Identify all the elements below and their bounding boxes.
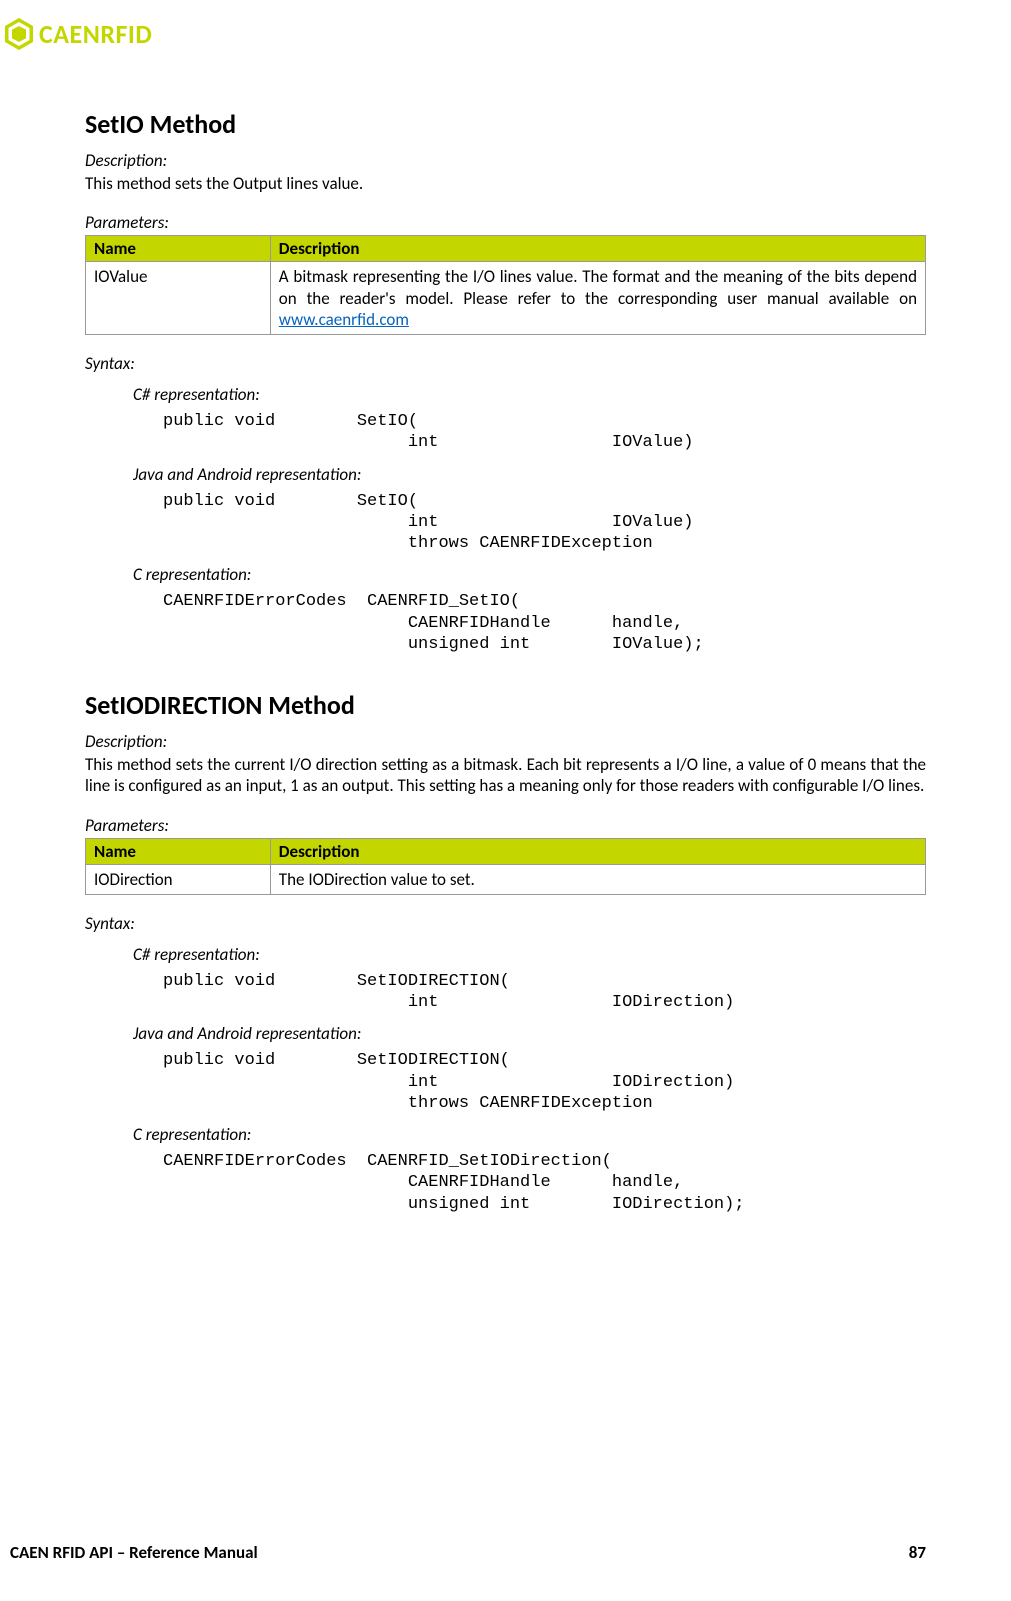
c-repr-label: C representation: [133, 564, 926, 585]
description-label: Description: [85, 150, 926, 171]
java-signature: public void SetIODIRECTION( int IODirect… [163, 1050, 926, 1114]
parameters-table-setio: Name Description IOValue A bitmask repre… [85, 235, 926, 335]
param-name-cell: IODirection [86, 864, 271, 894]
param-name-cell: IOValue [86, 262, 271, 335]
c-signature: CAENRFIDErrorCodes CAENRFID_SetIODirecti… [163, 1151, 926, 1215]
syntax-label: Syntax: [85, 353, 926, 374]
param-desc-cell: The IODirection value to set. [270, 864, 925, 894]
page-footer: CAEN RFID API – Reference Manual 87 [10, 1542, 926, 1563]
description-text: This method sets the Output lines value. [85, 173, 926, 194]
java-repr-label: Java and Android representation: [133, 464, 926, 485]
parameters-label: Parameters: [85, 212, 926, 233]
header-logo: CAENRFID [5, 18, 926, 50]
caenrfid-link[interactable]: www.caenrfid.com [279, 309, 409, 330]
param-desc-cell: A bitmask representing the I/O lines val… [270, 262, 925, 335]
param-header-name: Name [86, 838, 271, 864]
c-repr-label: C representation: [133, 1124, 926, 1145]
csharp-signature: public void SetIODIRECTION( int IODirect… [163, 971, 926, 1014]
c-signature: CAENRFIDErrorCodes CAENRFID_SetIO( CAENR… [163, 591, 926, 655]
csharp-signature: public void SetIO( int IOValue) [163, 411, 926, 454]
parameters-label: Parameters: [85, 815, 926, 836]
java-signature: public void SetIO( int IOValue) throws C… [163, 491, 926, 555]
param-header-desc: Description [270, 838, 925, 864]
logo-text: CAENRFID [39, 18, 152, 50]
parameters-table-setiodirection: Name Description IODirection The IODirec… [85, 838, 926, 895]
description-text: This method sets the current I/O directi… [85, 754, 926, 797]
java-repr-label: Java and Android representation: [133, 1023, 926, 1044]
csharp-repr-label: C# representation: [133, 384, 926, 405]
footer-page-number: 87 [909, 1542, 926, 1563]
csharp-repr-label: C# representation: [133, 944, 926, 965]
syntax-label: Syntax: [85, 913, 926, 934]
logo-hexagon-icon [5, 18, 33, 50]
param-header-desc: Description [270, 236, 925, 262]
param-header-name: Name [86, 236, 271, 262]
footer-title: CAEN RFID API – Reference Manual [10, 1542, 258, 1563]
method-title-setiodirection: SetIODIRECTION Method [85, 689, 926, 721]
method-title-setio: SetIO Method [85, 108, 926, 140]
description-label: Description: [85, 731, 926, 752]
